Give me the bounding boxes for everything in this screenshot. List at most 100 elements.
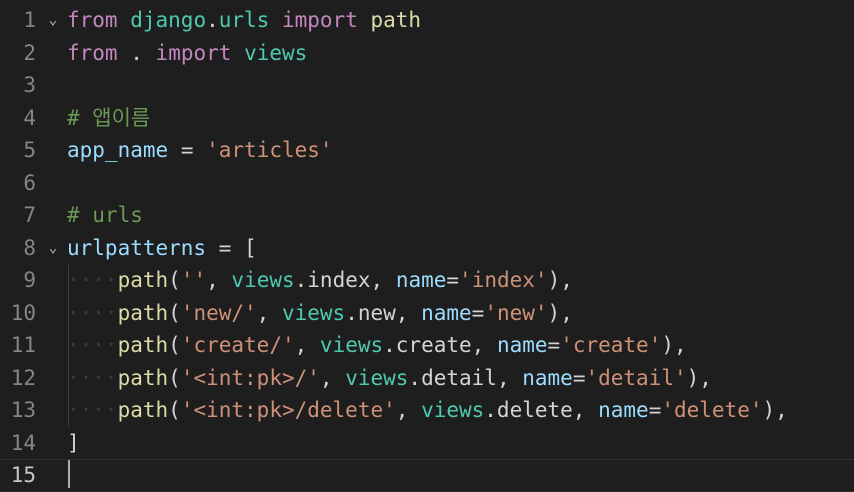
line-number: 11 <box>10 333 36 357</box>
code-token: 'articles' <box>206 138 333 162</box>
code-line[interactable]: 5 app_name = 'articles' <box>0 134 854 167</box>
line-code: ] <box>67 427 80 460</box>
code-token: views <box>345 365 409 390</box>
code-token: name <box>598 398 649 422</box>
line-number: 12 <box>10 365 36 390</box>
code-token: .index <box>294 268 371 292</box>
code-token: = <box>446 268 460 292</box>
whitespace-token: ···· <box>67 398 118 422</box>
code-line[interactable]: 15 <box>0 459 854 492</box>
code-token: 'create' <box>560 333 662 357</box>
code-token: , <box>319 365 333 390</box>
code-line[interactable]: 11 ····path('create/', views.create, name… <box>0 329 854 362</box>
code-token: = <box>471 300 485 325</box>
code-token: = <box>218 235 232 260</box>
code-token: ), <box>686 365 712 390</box>
code-editor[interactable]: 1 ⌄ from django.urls import path 2 from . im… <box>0 0 854 492</box>
code-line[interactable]: 9 ····path('', views.index, name='index')… <box>0 264 854 297</box>
fold-chevron-icon[interactable]: ⌄ <box>46 4 60 37</box>
code-line[interactable]: 2 from . import views <box>0 37 854 70</box>
whitespace-token: ···· <box>67 300 118 325</box>
line-number: 8 <box>23 235 36 260</box>
code-token: 'create/' <box>180 333 295 357</box>
code-token: name <box>421 300 472 325</box>
code-token: . <box>130 40 143 65</box>
code-token: = <box>648 398 662 422</box>
code-token: '<int:pk>/delete' <box>180 398 396 422</box>
code-token: .delete <box>484 398 573 422</box>
code-token: 'delete' <box>661 398 763 422</box>
code-token: ( <box>168 365 181 390</box>
code-token: ] <box>67 430 80 455</box>
code-line[interactable]: 1 ⌄ from django.urls import path <box>0 4 854 37</box>
code-token: .new <box>345 300 396 325</box>
code-token: , <box>256 300 270 325</box>
line-code: # 앱이름 <box>67 102 150 135</box>
whitespace-token: ···· <box>67 333 118 357</box>
line-code: ····path('new/', views.new, name='new'), <box>67 297 573 330</box>
code-token: views <box>281 300 346 325</box>
code-line[interactable]: 12 ····path('<int:pk>/', views.detail, na… <box>0 362 854 395</box>
line-code: ····path('create/', views.create, name='… <box>67 329 687 362</box>
code-token: , <box>496 365 510 390</box>
line-code: app_name = 'articles' <box>67 134 333 167</box>
code-token: , <box>572 398 586 422</box>
code-token: urlpatterns <box>67 235 207 260</box>
line-number: 7 <box>23 203 36 227</box>
code-token: views <box>231 268 295 292</box>
code-token: , <box>395 398 409 422</box>
code-token: 'detail' <box>585 365 687 390</box>
code-token: 'new' <box>484 300 548 325</box>
code-line[interactable]: 14] <box>0 427 854 460</box>
line-code: # urls <box>67 199 143 232</box>
line-number: 9 <box>23 268 36 292</box>
code-token: urls <box>218 8 270 32</box>
code-token: views <box>421 398 485 422</box>
line-number: 6 <box>23 170 36 195</box>
code-token: ( <box>168 333 181 357</box>
code-token: = <box>572 365 586 390</box>
code-line[interactable]: 8 ⌄ urlpatterns = [ <box>0 232 854 265</box>
code-line[interactable]: 10 ····path('new/', views.new, name='new'… <box>0 297 854 330</box>
code-token: # 앱이름 <box>67 105 151 130</box>
code-line[interactable]: 3 <box>0 69 854 102</box>
code-line[interactable]: 6 <box>0 167 854 200</box>
code-token: ), <box>547 268 573 292</box>
line-number: 13 <box>10 398 36 422</box>
line-number: 10 <box>10 300 36 325</box>
code-line[interactable]: 7 # urls <box>0 199 854 232</box>
code-token: ( <box>168 268 181 292</box>
code-token: , <box>206 268 219 292</box>
code-token: '' <box>180 268 207 292</box>
line-code: ····path('', views.index, name='index'), <box>67 264 573 297</box>
fold-chevron-icon[interactable]: ⌄ <box>46 232 60 265</box>
line-number: 1 <box>23 8 36 32</box>
code-line[interactable]: 13 ····path('<int:pk>/delete', views.dele… <box>0 394 854 427</box>
code-token: ), <box>547 300 573 325</box>
code-token: 'index' <box>459 268 548 292</box>
code-token: '<int:pk>/' <box>180 365 320 390</box>
line-number: 3 <box>23 73 36 97</box>
code-token: ( <box>168 398 181 422</box>
code-token: , <box>395 300 409 325</box>
code-line[interactable]: 4 # 앱이름 <box>0 102 854 135</box>
line-number: 15 <box>10 463 36 487</box>
text-cursor <box>68 460 70 488</box>
code-token: path <box>117 333 169 357</box>
code-token: name <box>395 268 447 292</box>
